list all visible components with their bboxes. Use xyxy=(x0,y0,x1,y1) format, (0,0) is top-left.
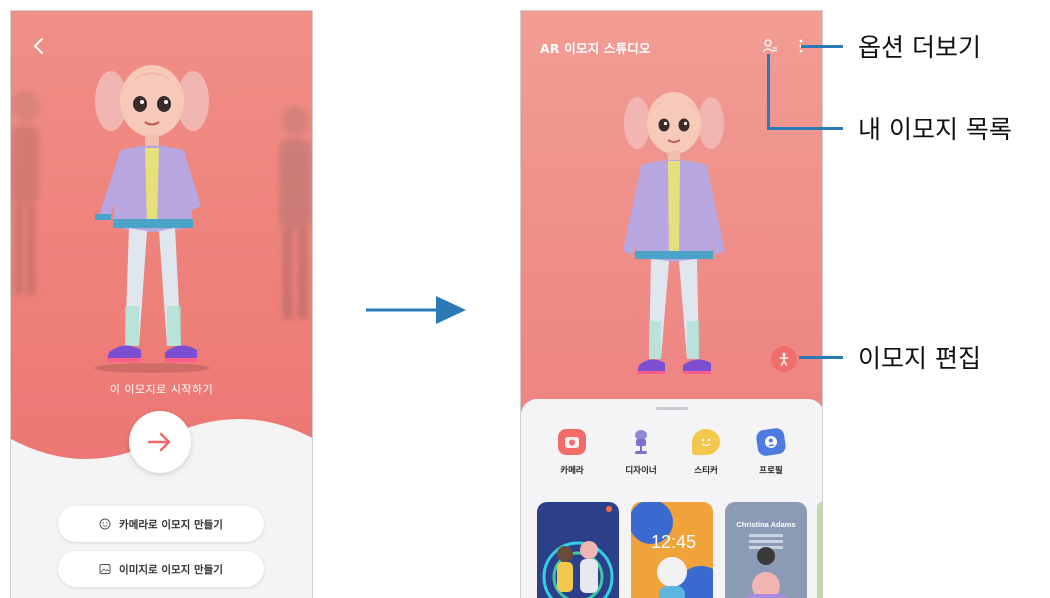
callout-line-edit-emoji xyxy=(799,356,843,359)
face-icon xyxy=(99,518,111,530)
camera-icon xyxy=(558,429,586,455)
profile-icon xyxy=(755,427,787,457)
background-avatar-right xyxy=(279,106,311,319)
menu-sticker[interactable]: 스티커 xyxy=(678,429,734,476)
emoji-avatar xyxy=(94,65,210,373)
chevron-left-icon[interactable] xyxy=(29,36,49,56)
menu-camera-label: 카메라 xyxy=(560,466,584,476)
menu-profile[interactable]: 프로필 xyxy=(743,427,799,476)
ar-emoji-studio-screen: AR 이모지 스튜디오 카메라 디자이너 스티커 프로필 12:45 Chris… xyxy=(520,10,823,598)
preview-card-1[interactable] xyxy=(537,502,619,598)
callout-line-more-options xyxy=(801,45,843,48)
emoji-avatar xyxy=(623,92,725,374)
callout-vline-my-emoji-list xyxy=(767,54,770,130)
preview-card-4[interactable] xyxy=(817,502,822,598)
sheet-handle[interactable] xyxy=(656,407,688,410)
background-avatar-left xyxy=(11,90,39,295)
callout-more-options: 옵션 더보기 xyxy=(858,33,981,62)
callout-line-my-emoji-list xyxy=(767,127,843,130)
preview-card-3[interactable]: Christina Adams xyxy=(725,502,807,598)
create-with-image-label: 이미지로 이모지 만들기 xyxy=(119,563,223,576)
next-button[interactable] xyxy=(129,411,191,473)
create-with-camera-label: 카메라로 이모지 만들기 xyxy=(119,518,223,531)
my-emoji-list-icon[interactable] xyxy=(762,38,778,54)
preview-card-2[interactable]: 12:45 xyxy=(631,502,713,598)
callout-edit-emoji: 이모지 편집 xyxy=(858,344,981,373)
menu-camera[interactable]: 카메라 xyxy=(544,429,600,476)
page-title: AR 이모지 스튜디오 xyxy=(540,41,651,56)
sticker-icon xyxy=(692,429,720,455)
designer-icon xyxy=(627,429,655,455)
edit-emoji-button[interactable] xyxy=(771,346,797,372)
lockscreen-clock: 12:45 xyxy=(651,532,697,552)
create-emoji-with-image-button[interactable]: 이미지로 이모지 만들기 xyxy=(58,551,264,587)
studio-bottom-sheet: 카메라 디자이너 스티커 프로필 12:45 Christina Adams xyxy=(521,399,822,598)
menu-designer-label: 디자이너 xyxy=(625,466,657,476)
image-icon xyxy=(99,563,111,575)
create-emoji-with-camera-button[interactable]: 카메라로 이모지 만들기 xyxy=(58,506,264,542)
arrow-right-icon xyxy=(147,432,171,452)
start-with-emoji-text: 이 이모지로 시작하기 xyxy=(109,383,214,396)
callout-my-emoji-list: 내 이모지 목록 xyxy=(858,115,1012,144)
menu-profile-label: 프로필 xyxy=(759,466,783,476)
menu-designer[interactable]: 디자이너 xyxy=(613,429,669,476)
person-edit-icon xyxy=(779,352,789,366)
start-emoji-screen: 이 이모지로 시작하기 카메라로 이모지 만들기 이미지로 이모지 만들기 xyxy=(10,10,313,598)
flow-arrow-icon xyxy=(366,296,466,324)
menu-sticker-label: 스티커 xyxy=(694,466,718,476)
